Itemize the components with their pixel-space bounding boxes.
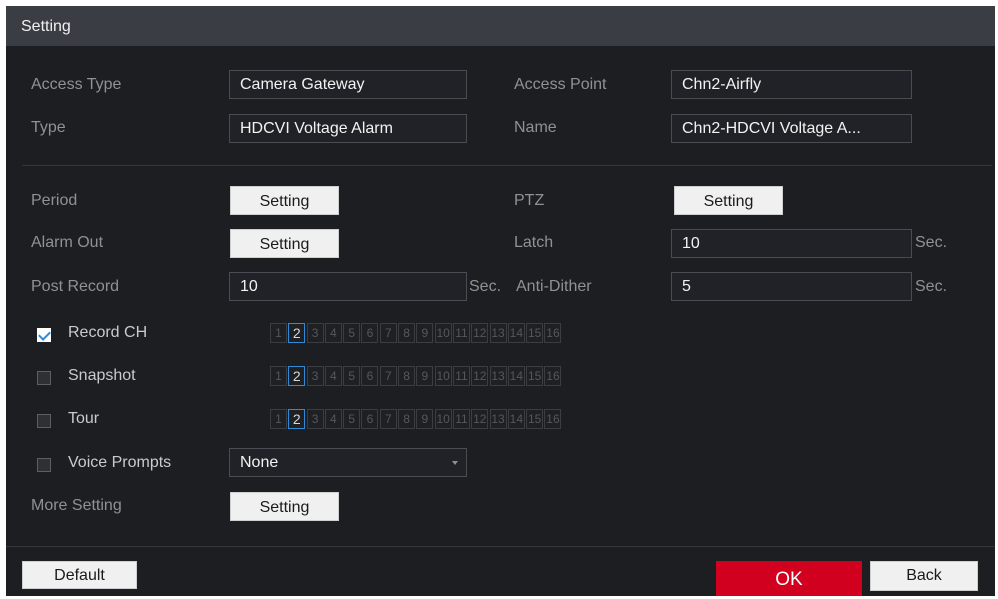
channel-toggle[interactable]: 3 <box>306 409 324 429</box>
channel-toggle[interactable]: 1 <box>270 366 287 386</box>
post-record-input[interactable]: 10 <box>229 272 467 301</box>
channel-toggle-selected[interactable]: 2 <box>288 323 306 343</box>
channel-toggle[interactable]: 8 <box>398 323 416 343</box>
channel-toggle[interactable]: 13 <box>489 366 507 386</box>
voice-prompts-checkbox[interactable] <box>37 458 51 472</box>
post-record-label: Post Record <box>31 278 120 295</box>
chevron-down-icon <box>452 461 458 465</box>
channel-toggle[interactable]: 14 <box>507 409 525 429</box>
channel-toggle[interactable]: 6 <box>361 323 379 343</box>
post-record-unit: Sec. <box>469 278 502 295</box>
anti-dither-input[interactable]: 5 <box>671 272 912 301</box>
channel-toggle[interactable]: 6 <box>361 409 379 429</box>
tour-checkbox[interactable] <box>37 414 51 428</box>
tour-label: Tour <box>68 410 100 427</box>
anti-dither-unit: Sec. <box>915 278 948 295</box>
channel-toggle[interactable]: 15 <box>526 323 544 343</box>
access-type-field: Camera Gateway <box>229 70 467 99</box>
voice-prompts-value: None <box>240 454 279 471</box>
period-setting-button[interactable]: Setting <box>230 186 339 215</box>
channel-toggle[interactable]: 14 <box>507 366 525 386</box>
channel-toggle[interactable]: 9 <box>416 409 434 429</box>
ok-button[interactable]: OK <box>716 561 862 596</box>
channel-toggle[interactable]: 4 <box>324 366 342 386</box>
channel-toggle[interactable]: 7 <box>379 409 397 429</box>
channel-toggle[interactable]: 12 <box>471 323 489 343</box>
alarm-out-label: Alarm Out <box>31 234 104 251</box>
channel-toggle[interactable]: 8 <box>398 409 416 429</box>
channel-toggle[interactable]: 9 <box>416 323 434 343</box>
channel-toggle[interactable]: 16 <box>544 366 562 386</box>
channel-toggle[interactable]: 5 <box>343 409 361 429</box>
channel-toggle[interactable]: 1 <box>270 323 287 343</box>
channel-toggle[interactable]: 1 <box>270 409 287 429</box>
record-ch-label: Record CH <box>68 324 148 341</box>
channel-toggle[interactable]: 12 <box>471 409 489 429</box>
channel-toggle[interactable]: 7 <box>379 366 397 386</box>
footer-divider <box>6 546 995 547</box>
access-type-label: Access Type <box>31 76 122 93</box>
channel-toggle[interactable]: 15 <box>526 366 544 386</box>
channel-toggle[interactable]: 11 <box>452 409 470 429</box>
latch-unit: Sec. <box>915 234 948 251</box>
type-label: Type <box>31 119 66 136</box>
section-divider <box>22 165 992 166</box>
voice-prompts-dropdown[interactable]: None <box>229 448 467 477</box>
latch-label: Latch <box>514 234 554 251</box>
window-title: Setting <box>6 6 995 46</box>
channel-toggle[interactable]: 9 <box>416 366 434 386</box>
channel-toggle[interactable]: 12 <box>471 366 489 386</box>
period-label: Period <box>31 192 78 209</box>
alarm-out-setting-button[interactable]: Setting <box>230 229 339 258</box>
channel-toggle-selected[interactable]: 2 <box>288 366 306 386</box>
channel-toggle[interactable]: 3 <box>306 366 324 386</box>
channel-toggle[interactable]: 15 <box>526 409 544 429</box>
more-setting-label: More Setting <box>31 497 122 514</box>
record-ch-checkbox[interactable] <box>37 328 51 342</box>
channel-toggle[interactable]: 5 <box>343 323 361 343</box>
channel-toggle[interactable]: 11 <box>452 366 470 386</box>
ptz-label: PTZ <box>514 192 545 209</box>
settings-window: Setting Access Type Camera Gateway Acces… <box>6 6 995 596</box>
voice-prompts-label: Voice Prompts <box>68 454 172 471</box>
name-label: Name <box>514 119 557 136</box>
channel-toggle[interactable]: 10 <box>434 366 452 386</box>
channel-toggle[interactable]: 11 <box>452 323 470 343</box>
channel-toggle[interactable]: 8 <box>398 366 416 386</box>
channel-toggle[interactable]: 13 <box>489 323 507 343</box>
ptz-setting-button[interactable]: Setting <box>674 186 783 215</box>
channel-toggle[interactable]: 16 <box>544 409 562 429</box>
channel-toggle[interactable]: 4 <box>324 323 342 343</box>
channel-toggle[interactable]: 16 <box>544 323 562 343</box>
channel-toggle[interactable]: 4 <box>324 409 342 429</box>
channel-toggle[interactable]: 14 <box>507 323 525 343</box>
more-setting-button[interactable]: Setting <box>230 492 339 521</box>
channel-toggle-selected[interactable]: 2 <box>288 409 306 429</box>
back-button[interactable]: Back <box>870 561 978 591</box>
channel-toggle[interactable]: 7 <box>379 323 397 343</box>
snapshot-label: Snapshot <box>68 367 136 384</box>
snapshot-channel-grid: 1 2 3 4 5 6 7 8 9 10 11 12 13 14 15 16 <box>270 366 563 386</box>
channel-toggle[interactable]: 3 <box>306 323 324 343</box>
access-point-field: Chn2-Airfly <box>671 70 912 99</box>
channel-toggle[interactable]: 13 <box>489 409 507 429</box>
tour-channel-grid: 1 2 3 4 5 6 7 8 9 10 11 12 13 14 15 16 <box>270 409 563 429</box>
channel-toggle[interactable]: 5 <box>343 366 361 386</box>
channel-toggle[interactable]: 6 <box>361 366 379 386</box>
access-point-label: Access Point <box>514 76 607 93</box>
record-ch-channel-grid: 1 2 3 4 5 6 7 8 9 10 11 12 13 14 15 16 <box>270 323 563 343</box>
name-field[interactable]: Chn2-HDCVI Voltage A... <box>671 114 912 143</box>
channel-toggle[interactable]: 10 <box>434 323 452 343</box>
channel-toggle[interactable]: 10 <box>434 409 452 429</box>
default-button[interactable]: Default <box>22 561 137 589</box>
anti-dither-label: Anti-Dither <box>516 278 592 295</box>
snapshot-checkbox[interactable] <box>37 371 51 385</box>
latch-input[interactable]: 10 <box>671 229 912 258</box>
type-field: HDCVI Voltage Alarm <box>229 114 467 143</box>
